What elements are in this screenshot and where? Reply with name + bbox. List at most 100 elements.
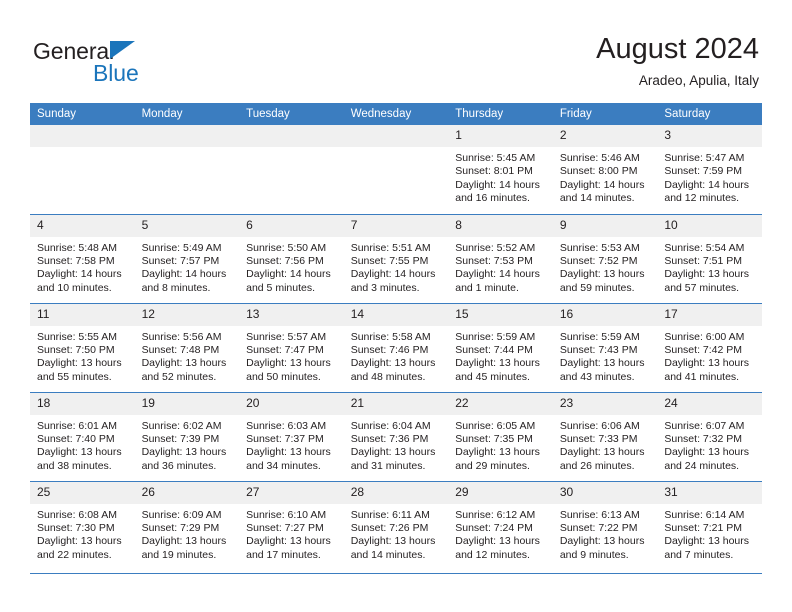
daylight-text-line1: Daylight: 13 hours <box>141 357 227 370</box>
day-number: 23 <box>552 392 658 415</box>
daylight-text-line2: and 17 minutes. <box>246 548 321 561</box>
calendar-empty-cell <box>239 125 344 214</box>
daylight-text-line2: and 55 minutes. <box>37 370 112 383</box>
sunset-text: Sunset: 7:36 PM <box>350 432 429 445</box>
sunset-text: Sunset: 7:29 PM <box>141 521 220 534</box>
sunset-text: Sunset: 7:30 PM <box>37 521 115 534</box>
calendar-day-cell[interactable]: 11 Sunrise: 5:55 AM Sunset: 7:50 PM Dayligh… <box>30 302 135 392</box>
day-details: Sunrise: 5:45 AM Sunset: 8:01 PM Daylight:… <box>448 147 553 206</box>
daylight-text-line2: and 14 minutes. <box>350 548 426 561</box>
daylight-text-line2: and 1 minute. <box>455 281 519 294</box>
calendar-day-cell[interactable]: 9 Sunrise: 5:53 AM Sunset: 7:52 PM Daylight… <box>552 213 658 303</box>
calendar-day-cell[interactable]: 18 Sunrise: 6:01 AM Sunset: 7:40 PM Dayligh… <box>30 391 135 481</box>
day-number: 27 <box>239 481 344 504</box>
sunrise-text: Sunrise: 5:50 AM <box>246 241 327 254</box>
sunset-text: Sunset: 8:00 PM <box>559 165 638 178</box>
daylight-text-line2: and 9 minutes. <box>559 548 629 561</box>
general-blue-logo[interactable]: General Blue <box>33 38 233 90</box>
sunrise-text: Sunrise: 5:46 AM <box>559 152 640 164</box>
calendar-grid: Sunday Monday Tuesday Wednesday Thursday… <box>30 103 762 570</box>
calendar-day-cell[interactable]: 29 Sunrise: 6:12 AM Sunset: 7:24 PM Dayligh… <box>448 480 553 570</box>
calendar-day-cell[interactable]: 20 Sunrise: 6:03 AM Sunset: 7:37 PM Dayligh… <box>239 391 344 481</box>
daylight-text-line2: and 31 minutes. <box>350 459 426 472</box>
calendar-day-cell[interactable]: 14 Sunrise: 5:58 AM Sunset: 7:46 PM Dayligh… <box>343 302 449 392</box>
calendar-day-cell[interactable]: 22 Sunrise: 6:05 AM Sunset: 7:35 PM Dayligh… <box>448 391 553 481</box>
sunset-text: Sunset: 7:33 PM <box>559 432 638 445</box>
day-details: Sunrise: 6:02 AM Sunset: 7:39 PM Daylight:… <box>135 415 240 474</box>
sunset-text: Sunset: 7:32 PM <box>664 432 743 445</box>
daylight-text-line1: Daylight: 13 hours <box>559 535 645 548</box>
calendar-day-cell[interactable]: 5 Sunrise: 5:49 AM Sunset: 7:57 PM Daylight… <box>134 213 240 303</box>
sunrise-text: Sunrise: 5:53 AM <box>559 241 640 254</box>
sunset-text: Sunset: 7:42 PM <box>664 343 743 356</box>
day-details: Sunrise: 5:49 AM Sunset: 7:57 PM Daylight:… <box>135 237 240 296</box>
day-details: Sunrise: 5:48 AM Sunset: 7:58 PM Daylight:… <box>30 237 135 296</box>
calendar-week-row: 25 Sunrise: 6:08 AM Sunset: 7:30 PM Dayligh… <box>30 480 762 570</box>
daylight-text-line1: Daylight: 13 hours <box>559 357 645 370</box>
calendar-day-cell[interactable]: 16 Sunrise: 5:59 AM Sunset: 7:43 PM Dayligh… <box>552 302 658 392</box>
calendar-day-cell[interactable]: 7 Sunrise: 5:51 AM Sunset: 7:55 PM Daylight… <box>343 213 449 303</box>
sunset-text: Sunset: 7:37 PM <box>246 432 324 445</box>
calendar-day-cell[interactable]: 3 Sunrise: 5:47 AM Sunset: 7:59 PM Daylight… <box>657 125 762 214</box>
day-number: 13 <box>239 303 344 326</box>
weekday-header-saturday: Saturday <box>657 103 762 125</box>
calendar-day-cell[interactable]: 25 Sunrise: 6:08 AM Sunset: 7:30 PM Dayligh… <box>30 480 135 570</box>
calendar-day-cell[interactable]: 10 Sunrise: 5:54 AM Sunset: 7:51 PM Dayligh… <box>657 213 762 303</box>
calendar-day-cell[interactable]: 8 Sunrise: 5:52 AM Sunset: 7:53 PM Daylight… <box>448 213 553 303</box>
calendar-day-cell[interactable]: 1 Sunrise: 5:45 AM Sunset: 8:01 PM Daylight… <box>448 125 553 214</box>
sunset-text: Sunset: 7:27 PM <box>246 521 324 534</box>
daylight-text-line2: and 26 minutes. <box>559 459 635 472</box>
calendar-day-cell[interactable]: 4 Sunrise: 5:48 AM Sunset: 7:58 PM Daylight… <box>30 213 135 303</box>
day-number: 28 <box>343 481 449 504</box>
day-number <box>30 125 135 147</box>
daylight-text-line1: Daylight: 14 hours <box>350 268 436 281</box>
calendar-day-cell[interactable]: 26 Sunrise: 6:09 AM Sunset: 7:29 PM Dayligh… <box>134 480 240 570</box>
daylight-text-line1: Daylight: 13 hours <box>37 446 122 459</box>
calendar-day-cell[interactable]: 24 Sunrise: 6:07 AM Sunset: 7:32 PM Dayligh… <box>657 391 762 481</box>
calendar-day-cell[interactable]: 2 Sunrise: 5:46 AM Sunset: 8:00 PM Daylight… <box>552 125 658 214</box>
sunrise-text: Sunrise: 5:49 AM <box>141 241 222 254</box>
calendar-day-cell[interactable]: 27 Sunrise: 6:10 AM Sunset: 7:27 PM Dayligh… <box>239 480 344 570</box>
daylight-text-line1: Daylight: 13 hours <box>246 357 331 370</box>
weekday-header-row: Sunday Monday Tuesday Wednesday Thursday… <box>30 103 762 125</box>
day-number: 18 <box>30 392 135 415</box>
calendar-day-cell[interactable]: 12 Sunrise: 5:56 AM Sunset: 7:48 PM Dayligh… <box>134 302 240 392</box>
calendar-day-cell[interactable]: 21 Sunrise: 6:04 AM Sunset: 7:36 PM Dayligh… <box>343 391 449 481</box>
day-number: 19 <box>134 392 240 415</box>
sunrise-text: Sunrise: 5:45 AM <box>455 152 536 164</box>
sunrise-text: Sunrise: 6:08 AM <box>37 508 117 521</box>
sunset-text: Sunset: 7:52 PM <box>559 254 638 267</box>
sunrise-text: Sunrise: 5:59 AM <box>559 330 640 343</box>
calendar-day-cell[interactable]: 15 Sunrise: 5:59 AM Sunset: 7:44 PM Dayligh… <box>448 302 553 392</box>
daylight-text-line1: Daylight: 13 hours <box>455 357 540 370</box>
daylight-text-line1: Daylight: 13 hours <box>664 446 750 459</box>
sunrise-text: Sunrise: 6:07 AM <box>664 419 745 432</box>
day-number: 15 <box>448 303 553 326</box>
calendar-day-cell[interactable]: 17 Sunrise: 6:00 AM Sunset: 7:42 PM Dayligh… <box>657 302 762 392</box>
sunrise-text: Sunrise: 6:11 AM <box>350 508 430 521</box>
calendar-day-cell[interactable]: 6 Sunrise: 5:50 AM Sunset: 7:56 PM Daylight… <box>239 213 344 303</box>
sunset-text: Sunset: 7:40 PM <box>37 432 115 445</box>
day-number <box>239 125 344 147</box>
daylight-text-line1: Daylight: 13 hours <box>350 357 436 370</box>
calendar-day-cell[interactable]: 31 Sunrise: 6:14 AM Sunset: 7:21 PM Dayligh… <box>657 480 762 570</box>
calendar-day-cell[interactable]: 30 Sunrise: 6:13 AM Sunset: 7:22 PM Dayligh… <box>552 480 658 570</box>
sunrise-text: Sunrise: 5:47 AM <box>664 152 745 164</box>
logo-triangle-icon <box>110 41 135 59</box>
daylight-text-line1: Daylight: 13 hours <box>141 446 227 459</box>
daylight-text-line2: and 8 minutes. <box>141 281 211 294</box>
calendar-day-cell[interactable]: 23 Sunrise: 6:06 AM Sunset: 7:33 PM Dayligh… <box>552 391 658 481</box>
day-number: 31 <box>657 481 762 504</box>
daylight-text-line1: Daylight: 14 hours <box>141 268 227 281</box>
daylight-text-line2: and 38 minutes. <box>37 459 112 472</box>
daylight-text-line1: Daylight: 13 hours <box>246 446 331 459</box>
calendar-day-cell[interactable]: 19 Sunrise: 6:02 AM Sunset: 7:39 PM Dayligh… <box>134 391 240 481</box>
daylight-text-line2: and 19 minutes. <box>141 548 217 561</box>
calendar-day-cell[interactable]: 13 Sunrise: 5:57 AM Sunset: 7:47 PM Dayligh… <box>239 302 344 392</box>
calendar-week-row: 4 Sunrise: 5:48 AM Sunset: 7:58 PM Daylight… <box>30 213 762 303</box>
sunset-text: Sunset: 7:21 PM <box>664 521 743 534</box>
sunset-text: Sunset: 7:44 PM <box>455 343 533 356</box>
calendar-day-cell[interactable]: 28 Sunrise: 6:11 AM Sunset: 7:26 PM Dayligh… <box>343 480 449 570</box>
daylight-text-line2: and 12 minutes. <box>664 192 740 205</box>
daylight-text-line1: Daylight: 14 hours <box>455 178 540 191</box>
